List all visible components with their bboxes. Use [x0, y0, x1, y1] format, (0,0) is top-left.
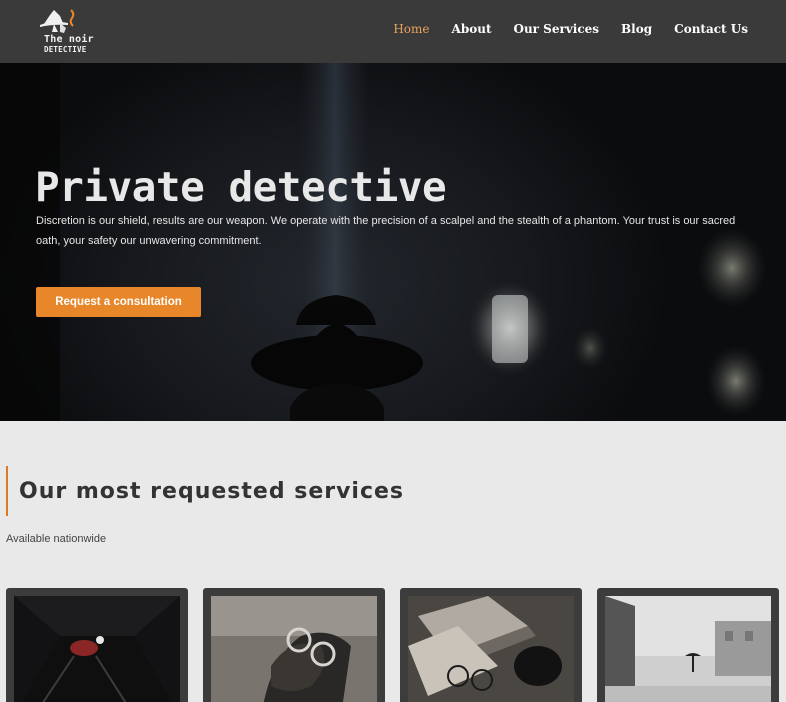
- nav-about[interactable]: About: [452, 22, 492, 36]
- book-glasses-photo: [408, 596, 574, 702]
- nav-blog[interactable]: Blog: [621, 22, 652, 36]
- request-consultation-button[interactable]: Request a consultation: [36, 287, 201, 317]
- services-subtitle: Available nationwide: [6, 533, 107, 545]
- handcuffs-photo: [211, 596, 377, 702]
- site-logo[interactable]: The noir DETECTIVE: [38, 6, 100, 56]
- service-card[interactable]: [203, 588, 385, 702]
- nav-our-services[interactable]: Our Services: [514, 22, 600, 36]
- section-accent-bar: [6, 466, 8, 516]
- logo-subtext: DETECTIVE: [44, 45, 87, 54]
- nav-home[interactable]: Home: [393, 22, 429, 36]
- services-title: Our most requested services: [19, 479, 405, 504]
- detective-logo-icon: [40, 9, 75, 33]
- services-section: Our most requested services Available na…: [0, 421, 786, 702]
- hero-title: Private detective: [35, 163, 447, 211]
- hero-description: Discretion is our shield, results are ou…: [36, 215, 736, 247]
- main-nav: Home About Our Services Blog Contact Us: [371, 22, 748, 36]
- navbar: The noir DETECTIVE Home About Our Servic…: [0, 0, 786, 63]
- rainy-street-photo: [605, 596, 771, 702]
- tunnel-photo: [14, 596, 180, 702]
- service-card[interactable]: [400, 588, 582, 702]
- logo-text: The noir: [44, 34, 94, 45]
- hero-section: Private detective Discretion is our shie…: [0, 63, 786, 421]
- service-card[interactable]: [6, 588, 188, 702]
- service-card[interactable]: [597, 588, 779, 702]
- nav-contact-us[interactable]: Contact Us: [674, 22, 748, 36]
